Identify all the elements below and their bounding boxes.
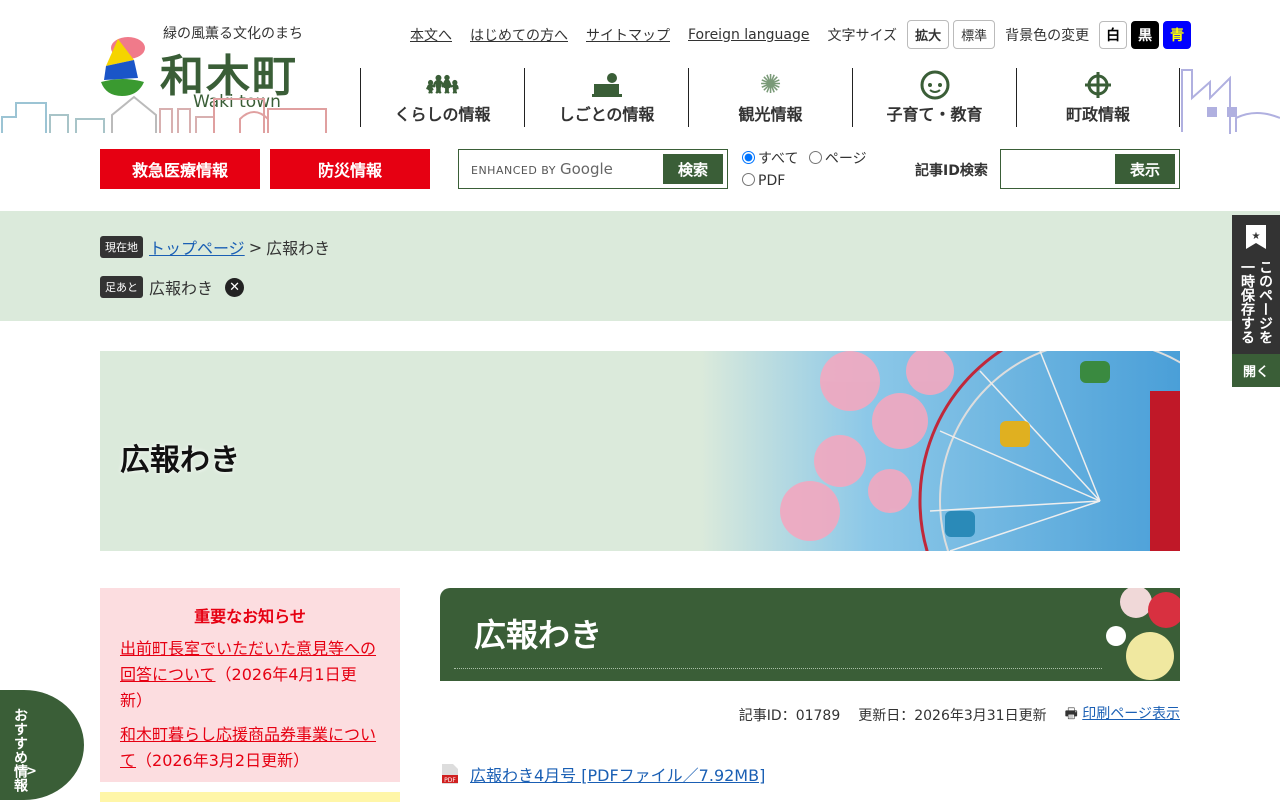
recommend-label: おすすめ情報 xyxy=(12,708,28,792)
bg-blue-button[interactable]: 青 xyxy=(1163,20,1192,49)
nav-label: 観光情報 xyxy=(738,105,803,124)
svg-text:★: ★ xyxy=(1252,231,1261,242)
breadcrumb-separator: > xyxy=(248,237,263,257)
article-id-show-button[interactable]: 表示 xyxy=(1115,154,1175,184)
notice-date: （2026年3月2日更新） xyxy=(136,751,310,770)
town-emblem-icon xyxy=(1085,69,1111,101)
nav-label: しごとの情報 xyxy=(558,105,655,124)
pdf-item: PDF 広報わき4月号 [PDFファイル／7.92MB] xyxy=(440,762,765,786)
font-large-button[interactable]: 拡大 xyxy=(907,20,950,49)
notice-item: 出前町長室でいただいた意見等への回答について（2026年4月1日更新） xyxy=(120,636,380,714)
bg-color-label: 背景色の変更 xyxy=(1005,27,1090,44)
nav-childcare[interactable]: 子育て・教育 xyxy=(852,68,1016,127)
family-icon: 👪︎ xyxy=(425,70,459,100)
title-divider xyxy=(454,668,1102,669)
breadcrumb: 現在地 トップページ > 広報わき xyxy=(100,235,330,259)
nav-living[interactable]: 👪︎ くらしの情報 xyxy=(360,68,524,127)
article-title: 広報わき xyxy=(474,616,603,654)
ferris-wheel-image xyxy=(700,351,1180,551)
bg-white-button[interactable]: 白 xyxy=(1099,20,1128,49)
article-title-bar: 広報わき xyxy=(440,588,1180,681)
nav-label: 町政情報 xyxy=(1065,105,1130,124)
search-button[interactable]: 検索 xyxy=(663,154,723,184)
print-link-wrap: 🖶 印刷ページ表示 xyxy=(1065,703,1180,727)
font-size-label: 文字サイズ xyxy=(827,27,898,44)
page-hero: 広報わき xyxy=(100,351,1180,551)
child-face-icon xyxy=(920,69,950,101)
flower-decoration-icon xyxy=(1106,588,1180,680)
first-time-link[interactable]: はじめての方へ xyxy=(470,25,568,45)
article-id: 記事ID：01789 xyxy=(738,708,841,724)
save-page-label: このページを一時保存する xyxy=(1239,260,1273,344)
bookmark-icon: ★ xyxy=(1246,225,1266,249)
save-page-tab[interactable]: ★ このページを一時保存する 開く xyxy=(1232,215,1280,387)
pdf-file-icon: PDF xyxy=(442,764,458,784)
nav-label: くらしの情報 xyxy=(394,105,491,124)
notice-item: 和木町暮らし応援商品券事業について（2026年3月2日更新） xyxy=(120,722,380,774)
nav-tourism[interactable]: ✺ 観光情報 xyxy=(688,68,852,127)
next-panel xyxy=(100,792,400,802)
radio-all[interactable]: すべて xyxy=(742,151,798,167)
skip-to-content-link[interactable]: 本文へ xyxy=(410,25,452,45)
font-normal-button[interactable]: 標準 xyxy=(953,20,996,49)
townscape-illustration xyxy=(1,95,327,133)
disaster-info-button[interactable]: 防災情報 xyxy=(270,149,430,189)
global-nav: 👪︎ くらしの情報 しごとの情報 ✺ 観光情報 子育て・教育 町政情報 xyxy=(360,68,1180,127)
printer-icon: 🖶 xyxy=(1064,706,1078,722)
nav-government[interactable]: 町政情報 xyxy=(1016,68,1180,127)
foreign-language-link[interactable]: Foreign language xyxy=(688,27,809,43)
notices-title: 重要なお知らせ xyxy=(194,607,306,626)
site-search: ENHANCED BY Google 検索 xyxy=(458,149,728,189)
radio-label: すべて xyxy=(758,151,799,167)
nav-label: 子育て・教育 xyxy=(886,105,983,124)
factory-illustration xyxy=(1181,69,1280,134)
article-id-search-label: 記事ID検索 xyxy=(915,163,988,179)
svg-text:PDF: PDF xyxy=(444,777,456,784)
fireworks-icon: ✺ xyxy=(759,70,782,100)
important-notices: 重要なお知らせ 出前町長室でいただいた意見等への回答について（2026年4月1日… xyxy=(100,588,400,782)
search-placeholder: ENHANCED BY xyxy=(471,164,556,177)
history-tag: 足あと xyxy=(100,276,143,298)
breadcrumb-top-link[interactable]: トップページ xyxy=(149,235,245,259)
pdf-link[interactable]: 広報わき4月号 [PDFファイル／7.92MB] xyxy=(470,762,765,786)
utility-bar: 本文へ はじめての方へ サイトマップ Foreign language 文字サイ… xyxy=(410,20,1195,49)
radio-pdf[interactable]: PDF xyxy=(742,173,785,189)
sitemap-link[interactable]: サイトマップ xyxy=(586,25,670,45)
nav-work[interactable]: しごとの情報 xyxy=(524,68,688,127)
search-brand: Google xyxy=(559,160,613,178)
history-trail: 足あと 広報わき ✕ xyxy=(100,275,245,299)
breadcrumb-area: 現在地 トップページ > 広報わき 足あと 広報わき ✕ xyxy=(0,211,1280,321)
article-id-input[interactable]: 表示 xyxy=(1000,149,1180,189)
arrow-icon: > xyxy=(26,764,37,779)
open-saved-button[interactable]: 開く xyxy=(1232,354,1280,387)
breadcrumb-current: 広報わき xyxy=(266,239,331,258)
search-input[interactable]: ENHANCED BY Google xyxy=(471,160,663,178)
bg-black-button[interactable]: 黒 xyxy=(1131,20,1160,49)
radio-page[interactable]: ページ xyxy=(808,151,867,167)
hero-title: 広報わき xyxy=(120,443,240,478)
close-icon[interactable]: ✕ xyxy=(225,277,245,297)
print-page-link[interactable]: 印刷ページ表示 xyxy=(1082,706,1180,722)
recommend-tab[interactable]: おすすめ情報 > xyxy=(0,690,84,800)
radio-label: ページ xyxy=(824,151,867,167)
search-scope: すべて ページ PDF xyxy=(742,148,867,192)
emergency-medical-button[interactable]: 救急医療情報 xyxy=(100,149,260,189)
updated-date: 更新日：2026年3月31日更新 xyxy=(858,708,1047,724)
current-location-tag: 現在地 xyxy=(100,236,143,258)
work-icon xyxy=(591,69,622,101)
town-logo-icon[interactable] xyxy=(98,34,148,96)
article-meta: 記事ID：01789 更新日：2026年3月31日更新 🖶 印刷ページ表示 xyxy=(440,703,1180,727)
history-item[interactable]: 広報わき xyxy=(149,275,213,299)
radio-label: PDF xyxy=(758,173,786,189)
